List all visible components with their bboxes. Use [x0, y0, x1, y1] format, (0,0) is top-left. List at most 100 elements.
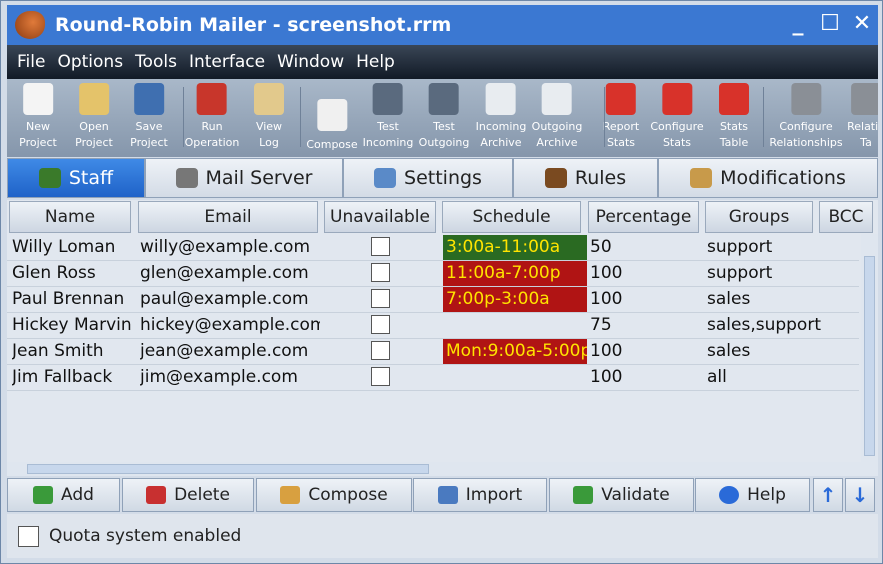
- settings-icon: [374, 168, 397, 188]
- mail-server-icon: [175, 168, 198, 188]
- delete-icon: [146, 486, 167, 504]
- toolbar-test-outgoing-button[interactable]: Test Outgoing: [418, 83, 470, 151]
- tab-label: Mail Server: [205, 167, 313, 189]
- menu-file[interactable]: File: [17, 52, 45, 72]
- column-header-email[interactable]: Email: [138, 201, 318, 233]
- tab-rules[interactable]: Rules: [513, 158, 658, 198]
- open-project-icon: [78, 83, 109, 115]
- percentage-cell: 50: [590, 237, 612, 257]
- toolbar-label: Archive: [536, 136, 578, 149]
- toolbar-label: Outgoing: [418, 136, 470, 149]
- toolbar-new-project-button[interactable]: New Project: [19, 83, 57, 151]
- tab-mail-server[interactable]: Mail Server: [145, 158, 343, 198]
- table-row[interactable]: Jean Smith jean@example.com Mon:9:00a-5:00…: [7, 339, 859, 365]
- tab-label: Rules: [574, 167, 627, 189]
- toolbar-separator: [183, 87, 184, 147]
- toolbar-view-log-button[interactable]: View Log: [254, 83, 284, 151]
- column-header-unavailable[interactable]: Unavailable: [324, 201, 436, 233]
- quota-checkbox[interactable]: [18, 525, 39, 547]
- unavailable-checkbox[interactable]: [371, 237, 390, 256]
- menu-bar: File Options Tools Interface Window Help: [7, 45, 878, 79]
- move-down-button[interactable]: ↓: [845, 478, 875, 512]
- menu-interface[interactable]: Interface: [189, 52, 265, 72]
- toolbar-save-project-button[interactable]: Save Project: [130, 83, 168, 151]
- schedule-cell: 7:00p-3:00a: [443, 287, 587, 312]
- vertical-scroll-thumb[interactable]: [864, 256, 875, 456]
- tab-settings[interactable]: Settings: [343, 158, 513, 198]
- toolbar-report-stats-button[interactable]: Report Stats: [603, 83, 639, 151]
- toolbar-label: Relatio: [847, 120, 878, 133]
- button-label: Add: [61, 485, 94, 505]
- help-button[interactable]: Help: [695, 478, 810, 512]
- schedule-cell: 11:00a-7:00p: [443, 261, 587, 286]
- tab-staff[interactable]: Staff: [7, 158, 145, 198]
- move-up-button[interactable]: ↑: [813, 478, 843, 512]
- column-header-percentage[interactable]: Percentage: [588, 201, 699, 233]
- email-cell: glen@example.com: [140, 263, 309, 283]
- toolbar-incoming-archive-button[interactable]: Incoming Archive: [475, 83, 527, 151]
- toolbar-label: Incoming: [475, 120, 527, 133]
- toolbar-label: Compose: [306, 138, 358, 151]
- validate-button[interactable]: Validate: [549, 478, 694, 512]
- rules-icon: [544, 168, 567, 188]
- close-button[interactable]: ✕: [847, 11, 877, 36]
- menu-help[interactable]: Help: [356, 52, 395, 72]
- percentage-cell: 100: [590, 289, 623, 309]
- toolbar-label: Configure: [779, 120, 833, 133]
- table-row[interactable]: Hickey Marvin hickey@example.com 75 sales,s…: [7, 313, 859, 339]
- percentage-cell: 75: [590, 315, 612, 335]
- table-row[interactable]: Jim Fallback jim@example.com 100 all: [7, 365, 859, 391]
- name-cell: Jim Fallback: [12, 367, 113, 387]
- import-button[interactable]: Import: [413, 478, 547, 512]
- unavailable-checkbox[interactable]: [371, 367, 390, 386]
- toolbar-configure-relationships-button[interactable]: Configure Relationships: [769, 83, 843, 151]
- menu-window[interactable]: Window: [277, 52, 344, 72]
- unavailable-checkbox[interactable]: [371, 315, 390, 334]
- toolbar-outgoing-archive-button[interactable]: Outgoing Archive: [532, 83, 582, 151]
- schedule-cell: [443, 365, 587, 390]
- toolbar-separator: [300, 87, 301, 147]
- toolbar-stats-table-button[interactable]: Stats Table: [719, 83, 749, 151]
- minimize-button[interactable]: _: [783, 11, 813, 36]
- tab-modifications[interactable]: Modifications: [658, 158, 878, 198]
- column-header-schedule[interactable]: Schedule: [442, 201, 581, 233]
- toolbar: New Project Open Project Save Project Run Opera…: [7, 79, 878, 157]
- app-window: Round-Robin Mailer - screenshot.rrm _ ☐ …: [0, 0, 883, 564]
- configure-stats-icon: [661, 83, 692, 115]
- menu-options[interactable]: Options: [57, 52, 123, 72]
- toolbar-open-project-button[interactable]: Open Project: [75, 83, 113, 151]
- percentage-cell: 100: [590, 341, 623, 361]
- tab-label: Modifications: [720, 167, 846, 189]
- toolbar-label: New: [25, 120, 50, 133]
- column-header-name[interactable]: Name: [9, 201, 131, 233]
- maximize-button[interactable]: ☐: [815, 11, 845, 36]
- delete-button[interactable]: Delete: [122, 478, 254, 512]
- horizontal-scrollbar[interactable]: [7, 462, 878, 476]
- toolbar-configure-stats-button[interactable]: Configure Stats: [650, 83, 704, 151]
- toolbar-relatio-ta-button[interactable]: Relatio Ta: [847, 83, 878, 151]
- toolbar-test-incoming-button[interactable]: Test Incoming: [363, 83, 413, 151]
- toolbar-run-operation-button[interactable]: Run Operation: [184, 83, 240, 151]
- toolbar-label: Save: [135, 120, 163, 133]
- compose-button[interactable]: Compose: [256, 478, 412, 512]
- add-button[interactable]: Add: [7, 478, 120, 512]
- unavailable-checkbox[interactable]: [371, 289, 390, 308]
- toolbar-label: Test: [433, 120, 455, 133]
- unavailable-checkbox[interactable]: [371, 341, 390, 360]
- toolbar-compose-button[interactable]: Compose: [306, 99, 358, 153]
- table-row[interactable]: Willy Loman willy@example.com 3:00a-11:00a…: [7, 235, 859, 261]
- table-row[interactable]: Paul Brennan paul@example.com 7:00p-3:00a 1…: [7, 287, 859, 313]
- unavailable-checkbox[interactable]: [371, 263, 390, 282]
- groups-cell: sales,support: [707, 315, 821, 335]
- menu-tools[interactable]: Tools: [135, 52, 177, 72]
- horizontal-scroll-thumb[interactable]: [27, 464, 429, 474]
- column-header-groups[interactable]: Groups: [705, 201, 813, 233]
- table-row[interactable]: Glen Ross glen@example.com 11:00a-7:00p 100…: [7, 261, 859, 287]
- toolbar-label: Stats: [719, 120, 749, 133]
- column-header-bcc[interactable]: BCC: [819, 201, 873, 233]
- tab-bar: Staff Mail Server Settings Rules Modificatio…: [7, 158, 878, 199]
- vertical-scrollbar[interactable]: [861, 234, 878, 462]
- toolbar-label: Operation: [184, 136, 240, 149]
- view-log-icon: [254, 83, 284, 115]
- tab-label: Staff: [68, 167, 114, 189]
